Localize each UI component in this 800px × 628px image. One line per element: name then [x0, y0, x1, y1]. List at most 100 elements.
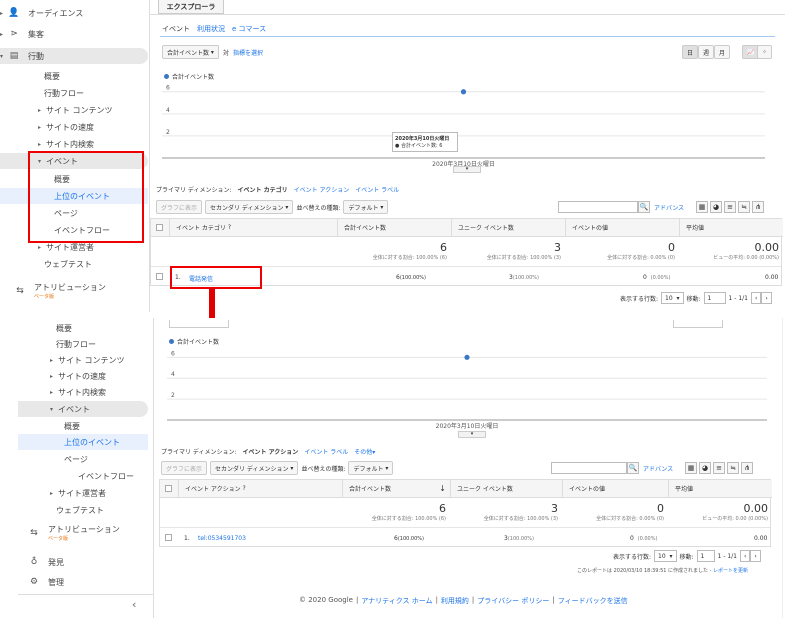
- secondary-dimension-select[interactable]: セカンダリ ディメンション ▾: [210, 461, 299, 475]
- advanced-link[interactable]: アドバンス: [643, 464, 673, 473]
- sidebar-item-publisher[interactable]: ▸ サイト運営者: [18, 485, 148, 501]
- sidebar-item-events-flow[interactable]: イベントフロー: [18, 468, 148, 484]
- sort-type-select[interactable]: デフォルト ▾: [348, 461, 394, 475]
- plot-rows-button[interactable]: グラフに表示: [156, 200, 203, 214]
- data-point[interactable]: [460, 89, 467, 95]
- tab-event[interactable]: イベント: [162, 24, 190, 34]
- secondary-dimension-select[interactable]: セカンダリ ディメンション ▾: [205, 200, 294, 214]
- refresh-report-link[interactable]: レポートを更新: [713, 568, 748, 574]
- prev-page-button[interactable]: ‹: [750, 292, 762, 304]
- explorer-tab[interactable]: エクスプローラ: [158, 0, 224, 14]
- sidebar-item-audience[interactable]: ▸ 👤 オーディエンス: [0, 5, 148, 21]
- search-icon[interactable]: 🔍: [638, 201, 650, 213]
- header-avg-value[interactable]: 平均値: [679, 219, 783, 237]
- tab-ecommerce[interactable]: e コマース: [232, 24, 266, 34]
- sidebar-item-attribution[interactable]: ⇆ アトリビューション ベータ版: [18, 520, 148, 546]
- prev-page-button[interactable]: ‹: [739, 550, 751, 562]
- row-checkbox[interactable]: [156, 273, 163, 280]
- period-week-button[interactable]: 週: [698, 45, 715, 59]
- sidebar-item-experiments[interactable]: ウェブテスト: [18, 502, 148, 518]
- sidebar-item-site-search[interactable]: ▸ サイト内検索: [0, 136, 148, 152]
- row-checkbox[interactable]: [165, 534, 172, 541]
- next-page-button[interactable]: ›: [761, 292, 772, 304]
- header-total-events[interactable]: 合計イベント数 ↓: [342, 480, 450, 498]
- footer-analytics-home-link[interactable]: アナリティクス ホーム: [361, 596, 432, 606]
- dimension-event-label[interactable]: イベント ラベル: [355, 185, 399, 194]
- metric-select[interactable]: 合計イベント数 ▾: [162, 45, 219, 59]
- comparison-view-icon[interactable]: ≒: [727, 462, 739, 474]
- row-dimension-link[interactable]: tel:0534591703: [198, 535, 246, 542]
- header-dimension[interactable]: イベント カテゴリ ?: [169, 219, 337, 237]
- footer-terms-link[interactable]: 利用規約: [441, 596, 469, 606]
- goto-page-input[interactable]: 1: [696, 550, 715, 562]
- dimension-event-category[interactable]: イベント カテゴリ: [238, 185, 288, 194]
- sidebar-item-site-speed[interactable]: ▸ サイトの速度: [18, 368, 148, 384]
- plot-rows-button[interactable]: グラフに表示: [161, 461, 208, 475]
- pivot-view-icon[interactable]: ⋔: [741, 462, 753, 474]
- pie-view-icon[interactable]: ◕: [710, 201, 722, 213]
- sidebar-item-overview[interactable]: 概要: [18, 320, 148, 336]
- table-view-icon[interactable]: ▦: [685, 462, 697, 474]
- rows-per-page-select[interactable]: 10 ▾: [654, 550, 677, 562]
- period-day-button[interactable]: 日: [682, 45, 699, 59]
- rows-per-page-select[interactable]: 10 ▾: [661, 292, 684, 304]
- chart-resize-handle[interactable]: ▾: [453, 166, 481, 173]
- header-unique-events[interactable]: ユニーク イベント数: [450, 480, 562, 498]
- header-total-events[interactable]: 合計イベント数: [337, 219, 451, 237]
- dimension-event-label[interactable]: イベント ラベル: [304, 447, 348, 456]
- performance-view-icon[interactable]: ≡: [713, 462, 725, 474]
- comparison-view-icon[interactable]: ≒: [738, 201, 750, 213]
- performance-view-icon[interactable]: ≡: [724, 201, 736, 213]
- sidebar-item-admin[interactable]: ⚙ 管理: [18, 574, 148, 590]
- sidebar-item-events[interactable]: ▾ イベント: [18, 401, 148, 417]
- data-point[interactable]: [464, 354, 470, 360]
- pie-view-icon[interactable]: ◕: [699, 462, 711, 474]
- x-tick-label: 2020年3月10日火曜日: [436, 422, 499, 430]
- footer-feedback-link[interactable]: フィードバックを送信: [558, 596, 628, 606]
- sidebar-item-attribution[interactable]: ⇆ アトリビューション ベータ版: [0, 278, 148, 304]
- table-search-input[interactable]: [551, 462, 627, 474]
- sidebar-item-events-overview[interactable]: 概要: [18, 418, 148, 434]
- sidebar-item-behavior[interactable]: ▾ ▤ 行動: [0, 48, 148, 64]
- sidebar-item-discover[interactable]: ♁ 発見: [18, 554, 148, 570]
- select-all-checkbox[interactable]: [156, 224, 163, 231]
- row-unique-events: 3(100.00%): [509, 274, 539, 281]
- dimension-other[interactable]: その他▾: [354, 447, 375, 456]
- sidebar-item-overview[interactable]: 概要: [0, 68, 148, 84]
- sidebar-item-acquisition[interactable]: ▸ ⋗ 集客: [0, 26, 148, 42]
- table-search-input[interactable]: [558, 201, 638, 213]
- chart-resize-handle[interactable]: ▾: [458, 431, 486, 438]
- sidebar-item-site-content[interactable]: ▸ サイト コンテンツ: [18, 352, 148, 368]
- header-unique-events[interactable]: ユニーク イベント数: [451, 219, 565, 237]
- period-month-button[interactable]: 月: [714, 45, 731, 59]
- goto-page-input[interactable]: 1: [703, 292, 726, 304]
- collapse-sidebar-icon[interactable]: ‹: [132, 598, 136, 611]
- table-view-icon[interactable]: ▦: [696, 201, 708, 213]
- search-icon[interactable]: 🔍: [627, 462, 639, 474]
- dimension-event-action[interactable]: イベント アクション: [243, 447, 299, 456]
- header-avg-value[interactable]: 平均値: [668, 480, 772, 498]
- advanced-link[interactable]: アドバンス: [654, 203, 684, 212]
- next-page-button[interactable]: ›: [750, 550, 761, 562]
- sidebar-item-site-search[interactable]: ▸ サイト内検索: [18, 384, 148, 400]
- header-dimension[interactable]: イベント アクション ?: [178, 480, 342, 498]
- pivot-view-icon[interactable]: ⋔: [752, 201, 764, 213]
- sidebar-item-site-speed[interactable]: ▸ サイトの速度: [0, 119, 148, 135]
- motion-chart-icon[interactable]: ⁘: [757, 45, 773, 59]
- sidebar-item-top-events[interactable]: 上位のイベント: [18, 434, 148, 450]
- sidebar-item-behavior-flow[interactable]: 行動フロー: [18, 336, 148, 352]
- footer-privacy-link[interactable]: プライバシー ポリシー: [477, 596, 549, 606]
- sidebar-item-behavior-flow[interactable]: 行動フロー: [0, 85, 148, 101]
- row-total-events: 6(100.00%): [394, 535, 424, 542]
- sort-type-select[interactable]: デフォルト ▾: [343, 200, 389, 214]
- select-metric-link[interactable]: 指標を選択: [233, 48, 263, 57]
- sidebar-item-experiments[interactable]: ウェブテスト: [0, 256, 148, 272]
- tab-usage[interactable]: 利用状況: [197, 24, 225, 34]
- sidebar-item-pages[interactable]: ページ: [18, 451, 148, 467]
- dimension-event-action[interactable]: イベント アクション: [294, 185, 350, 194]
- chevron-right-icon: ▸: [50, 489, 54, 497]
- header-event-value[interactable]: イベントの値: [562, 480, 668, 498]
- sidebar-item-site-content[interactable]: ▸ サイト コンテンツ: [0, 102, 148, 118]
- select-all-checkbox[interactable]: [165, 485, 172, 492]
- header-event-value[interactable]: イベントの値: [565, 219, 679, 237]
